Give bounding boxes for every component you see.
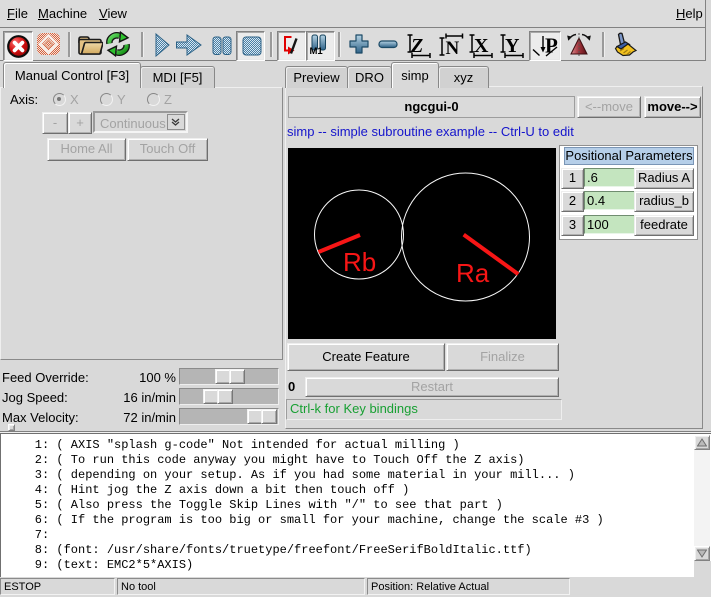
svg-text:N: N xyxy=(446,38,460,59)
svg-text:Z: Z xyxy=(410,35,423,57)
svg-text:P: P xyxy=(545,34,558,58)
svg-text:X: X xyxy=(474,35,489,57)
svg-text:Y: Y xyxy=(505,35,520,57)
svg-text:Rb: Rb xyxy=(343,247,376,277)
svg-text:M1: M1 xyxy=(310,46,324,57)
svg-text:Ra: Ra xyxy=(456,258,490,288)
